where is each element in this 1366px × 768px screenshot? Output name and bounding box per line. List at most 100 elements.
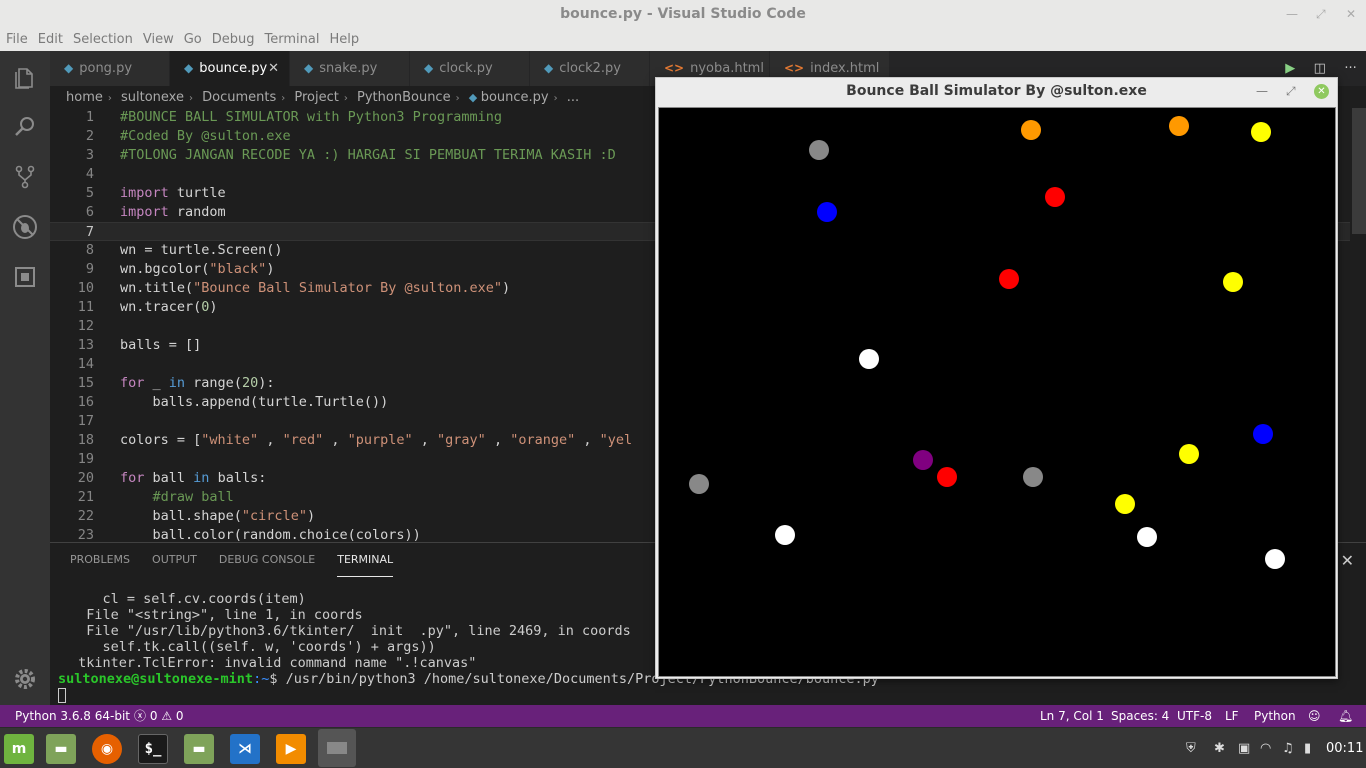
mint-menu-icon[interactable]: m — [4, 734, 34, 764]
tab-snake[interactable]: ◆ snake.py — [290, 51, 410, 86]
code-text: import turtle — [120, 185, 226, 201]
warning-icon: ⚠ — [161, 709, 173, 723]
terminal-cursor — [58, 687, 66, 703]
code-text: ball.shape("circle") — [120, 508, 316, 524]
explorer-icon[interactable] — [10, 63, 40, 93]
breadcrumb-item[interactable]: home — [66, 90, 103, 105]
ball — [1045, 187, 1065, 207]
ball — [1265, 549, 1285, 569]
menu-selection[interactable]: Selection — [73, 29, 133, 51]
code-text: wn.tracer(0) — [120, 299, 218, 315]
close-button[interactable]: ✕ — [1346, 0, 1356, 29]
tab-output[interactable]: OUTPUT — [152, 543, 197, 577]
settings-gear-icon[interactable] — [10, 664, 40, 694]
menu-view[interactable]: View — [143, 29, 174, 51]
maximize-button[interactable]: ⤢ — [1316, 0, 1326, 29]
code-text: ball.color(random.choice(colors)) — [120, 527, 421, 542]
search-icon[interactable] — [10, 112, 40, 142]
clock[interactable]: 00:11 — [1326, 728, 1363, 768]
more-actions-icon[interactable]: ··· — [1344, 61, 1356, 76]
breadcrumb-item[interactable]: Documents — [202, 90, 276, 105]
bluetooth-icon[interactable]: ✱ — [1214, 728, 1225, 768]
notifications-bell-icon[interactable]: 🔔︎ — [1338, 705, 1353, 727]
shield-icon[interactable]: ⛨ — [1186, 728, 1196, 768]
breadcrumb-item[interactable]: PythonBounce — [357, 90, 451, 105]
vscode-icon[interactable]: ⋊ — [230, 734, 260, 764]
panel-tabs: PROBLEMS OUTPUT DEBUG CONSOLE TERMINAL — [70, 543, 415, 577]
language-mode[interactable]: Python — [1254, 705, 1296, 727]
ball — [775, 525, 795, 545]
python-interpreter[interactable]: Python 3.6.8 64-bit — [15, 705, 130, 727]
tab-clock2[interactable]: ◆ clock2.py — [530, 51, 650, 86]
html-file-icon: <> — [784, 61, 805, 75]
problems-indicator[interactable]: ⓧ 0 ⚠ 0 — [134, 705, 184, 727]
run-icon[interactable]: ▶ — [1285, 61, 1295, 76]
turtle-maximize-button[interactable]: ⤢ — [1286, 78, 1296, 105]
menu-help[interactable]: Help — [329, 29, 359, 51]
tab-pong[interactable]: ◆ pong.py — [50, 51, 170, 86]
python-file-icon: ◆ — [64, 61, 74, 75]
error-icon: ⓧ — [134, 709, 147, 723]
editor-scrollbar[interactable] — [1352, 108, 1366, 234]
tab-terminal[interactable]: TERMINAL — [337, 543, 394, 577]
status-bar: Python 3.6.8 64-bit ⓧ 0 ⚠ 0 Ln 7, Col 1 … — [0, 705, 1366, 727]
menu-terminal[interactable]: Terminal — [265, 29, 320, 51]
breadcrumb-item[interactable]: Project — [294, 90, 338, 105]
python-file-icon: ◆ — [424, 61, 434, 75]
python-file-icon: ◆ — [304, 61, 314, 75]
volume-icon[interactable]: ♫ — [1282, 728, 1294, 768]
split-editor-icon[interactable]: ◫ — [1314, 61, 1326, 76]
drive-icon[interactable]: ▣ — [1238, 728, 1250, 768]
folder-icon[interactable]: ▬ — [184, 734, 214, 764]
close-panel-icon[interactable]: ✕ — [1341, 551, 1354, 570]
turtle-window-title: Bounce Ball Simulator By @sulton.exe — [846, 83, 1147, 99]
firefox-icon[interactable]: ◉ — [92, 734, 122, 764]
breadcrumb-item[interactable]: ... — [567, 90, 579, 105]
code-text: wn.title("Bounce Ball Simulator By @sult… — [120, 280, 511, 296]
code-text: balls.append(turtle.Turtle()) — [120, 394, 389, 410]
activity-bar — [0, 51, 50, 705]
window-titlebar: bounce.py - Visual Studio Code — ⤢ ✕ — [0, 0, 1366, 29]
terminal-app-icon[interactable]: $_ — [138, 734, 168, 764]
turtle-minimize-button[interactable]: — — [1256, 78, 1268, 105]
ball — [1023, 467, 1043, 487]
tab-bounce[interactable]: ◆ bounce.py ✕ — [170, 51, 290, 86]
turtle-canvas[interactable] — [658, 107, 1336, 677]
battery-icon[interactable]: ▮ — [1304, 728, 1311, 768]
python-file-icon: ◆ — [544, 61, 554, 75]
end-of-line[interactable]: LF — [1225, 705, 1239, 727]
menu-go[interactable]: Go — [184, 29, 202, 51]
close-tab-icon[interactable]: ✕ — [268, 51, 279, 86]
wifi-icon[interactable]: ◠ — [1260, 728, 1271, 768]
breadcrumb-item[interactable]: bounce.py — [481, 90, 549, 105]
ball — [913, 450, 933, 470]
code-text: for _ in range(20): — [120, 375, 275, 391]
menu-bar: File Edit Selection View Go Debug Termin… — [0, 29, 1366, 51]
indentation[interactable]: Spaces: 4 — [1111, 705, 1169, 727]
python-window-icon[interactable] — [318, 729, 356, 767]
tab-problems[interactable]: PROBLEMS — [70, 543, 130, 577]
minimize-button[interactable]: — — [1286, 0, 1298, 29]
menu-debug[interactable]: Debug — [212, 29, 255, 51]
encoding[interactable]: UTF-8 — [1177, 705, 1212, 727]
feedback-smiley-icon[interactable]: ☺ — [1308, 705, 1321, 727]
ball — [689, 474, 709, 494]
breadcrumb: home › sultonexe › Documents › Project › Pyt… — [66, 88, 579, 108]
source-control-icon[interactable] — [10, 162, 40, 192]
menu-edit[interactable]: Edit — [38, 29, 63, 51]
cursor-position[interactable]: Ln 7, Col 1 — [1040, 705, 1104, 727]
extensions-icon[interactable] — [10, 262, 40, 292]
files-icon[interactable]: ▬ — [46, 734, 76, 764]
breadcrumb-item[interactable]: sultonexe — [121, 90, 184, 105]
tab-clock[interactable]: ◆ clock.py — [410, 51, 530, 86]
ball — [817, 202, 837, 222]
media-player-icon[interactable]: ▶ — [276, 734, 306, 764]
ball — [1169, 116, 1189, 136]
python-file-icon: ◆ — [468, 91, 481, 104]
turtle-close-button[interactable]: ✕ — [1314, 84, 1329, 99]
code-text: import random — [120, 204, 226, 220]
menu-file[interactable]: File — [6, 29, 28, 51]
debug-icon[interactable] — [10, 212, 40, 242]
python-file-icon: ◆ — [184, 61, 194, 75]
tab-debug-console[interactable]: DEBUG CONSOLE — [219, 543, 315, 577]
